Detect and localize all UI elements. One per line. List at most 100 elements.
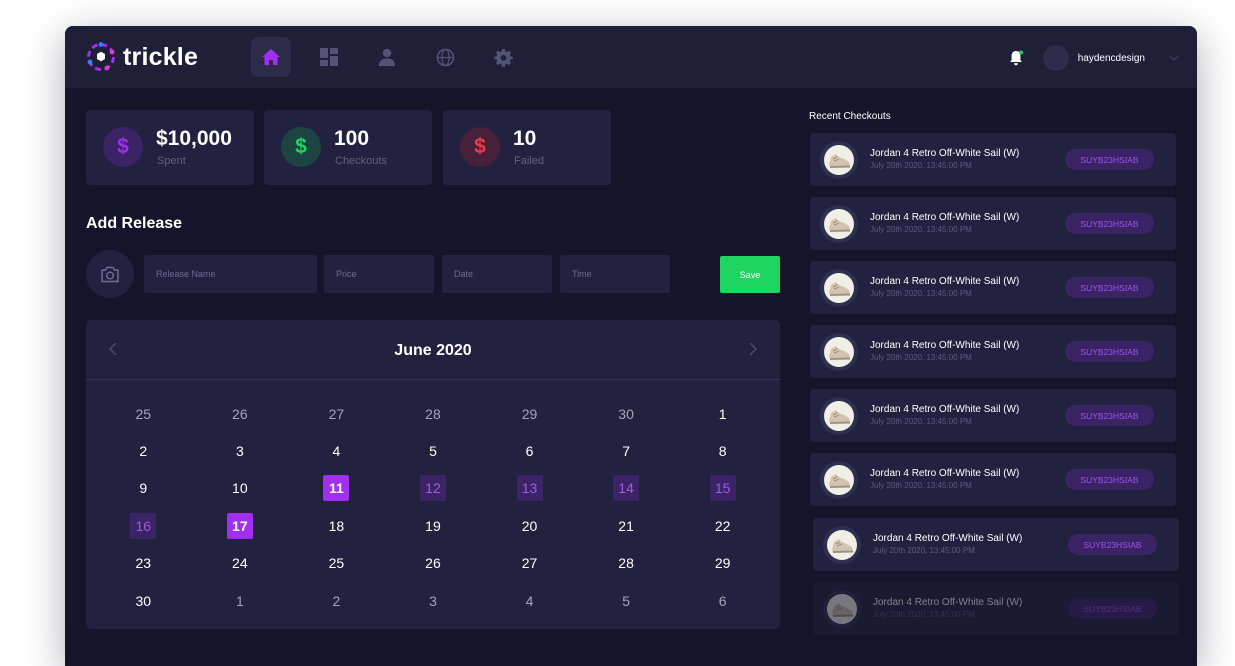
checkout-card[interactable]: Jordan 4 Retro Off-White Sail (W) July 20… bbox=[813, 518, 1179, 571]
calendar-day[interactable]: 5 bbox=[385, 432, 482, 469]
calendar-day[interactable]: 20 bbox=[481, 507, 578, 544]
calendar-day[interactable]: 15 bbox=[674, 470, 771, 507]
checkout-product-name: Jordan 4 Retro Off-White Sail (W) bbox=[870, 212, 1020, 223]
sneaker-icon bbox=[827, 594, 857, 624]
calendar-day[interactable]: 28 bbox=[385, 395, 482, 432]
calendar-day[interactable]: 2 bbox=[95, 432, 192, 469]
stat-label: Spent bbox=[157, 155, 186, 167]
nav-globe[interactable] bbox=[425, 37, 465, 77]
upload-image-button[interactable] bbox=[86, 250, 134, 298]
avatar[interactable] bbox=[1042, 45, 1069, 71]
calendar-day[interactable]: 28 bbox=[578, 545, 675, 582]
calendar-day[interactable]: 5 bbox=[578, 582, 675, 619]
time-input[interactable] bbox=[560, 255, 670, 293]
globe-icon bbox=[436, 48, 454, 66]
chevron-right-icon bbox=[749, 342, 757, 356]
checkout-card[interactable]: Jordan 4 Retro Off-White Sail (W) July 20… bbox=[810, 325, 1176, 378]
nav-user[interactable] bbox=[367, 37, 407, 77]
calendar-day[interactable]: 2 bbox=[288, 582, 385, 619]
calendar-day[interactable]: 16 bbox=[95, 507, 192, 544]
dashboard-icon bbox=[320, 48, 338, 66]
calendar-day-label: 22 bbox=[714, 517, 731, 534]
calendar-day-label: 12 bbox=[419, 475, 446, 502]
calendar-day[interactable]: 6 bbox=[674, 582, 771, 619]
calendar-day[interactable]: 26 bbox=[385, 545, 482, 582]
calendar-day-label: 15 bbox=[709, 475, 736, 502]
calendar-day-label: 21 bbox=[618, 517, 634, 534]
price-input[interactable] bbox=[324, 255, 434, 293]
calendar-day-label: 23 bbox=[135, 555, 152, 572]
nav-dashboard[interactable] bbox=[309, 37, 349, 77]
logo[interactable]: trickle bbox=[85, 41, 198, 73]
calendar-day-label: 11 bbox=[323, 475, 350, 502]
calendar-day[interactable]: 14 bbox=[578, 470, 675, 507]
calendar-day[interactable]: 24 bbox=[192, 545, 289, 582]
calendar-day[interactable]: 30 bbox=[578, 395, 675, 432]
calendar-day-label: 18 bbox=[328, 517, 345, 534]
trickle-logo-icon bbox=[85, 41, 117, 73]
sneaker-thumbnail bbox=[823, 526, 861, 564]
release-name-input[interactable] bbox=[144, 255, 317, 293]
calendar-day-label: 4 bbox=[332, 443, 341, 460]
calendar-day[interactable]: 21 bbox=[578, 507, 675, 544]
app-name: trickle bbox=[123, 42, 199, 71]
notification-bell[interactable] bbox=[1009, 50, 1023, 66]
checkout-date: July 20th 2020, 13:45:00 PM bbox=[870, 161, 972, 170]
calendar-day[interactable]: 1 bbox=[674, 395, 771, 432]
sneaker-thumbnail bbox=[823, 590, 861, 628]
checkout-card[interactable]: Jordan 4 Retro Off-White Sail (W) July 20… bbox=[810, 261, 1176, 314]
checkout-product-name: Jordan 4 Retro Off-White Sail (W) bbox=[873, 597, 1023, 608]
checkout-date: July 20th 2020, 13:45:00 PM bbox=[870, 225, 972, 234]
calendar-day[interactable]: 29 bbox=[674, 545, 771, 582]
calendar-day[interactable]: 18 bbox=[288, 507, 385, 544]
calendar-day[interactable]: 25 bbox=[288, 545, 385, 582]
checkout-card[interactable]: Jordan 4 Retro Off-White Sail (W) July 20… bbox=[810, 133, 1176, 186]
nav-settings[interactable] bbox=[483, 37, 523, 77]
checkout-code-badge: SUYB23HSIAB bbox=[1065, 213, 1154, 234]
calendar: June 2020 25 26 27 28 29 30 1 2 3 4 5 6 7 8 9 10 11 12 13 1… bbox=[86, 320, 780, 629]
calendar-day[interactable]: 23 bbox=[95, 545, 192, 582]
calendar-day[interactable]: 10 bbox=[192, 470, 289, 507]
calendar-day[interactable]: 13 bbox=[481, 470, 578, 507]
checkout-card[interactable]: Jordan 4 Retro Off-White Sail (W) July 20… bbox=[810, 197, 1176, 250]
calendar-day-label: 13 bbox=[516, 475, 543, 502]
calendar-day[interactable]: 29 bbox=[481, 395, 578, 432]
calendar-day[interactable]: 17 bbox=[192, 507, 289, 544]
calendar-day[interactable]: 30 bbox=[95, 582, 192, 619]
calendar-day-label: 16 bbox=[130, 512, 157, 539]
calendar-day[interactable]: 19 bbox=[385, 507, 482, 544]
calendar-day[interactable]: 7 bbox=[578, 432, 675, 469]
calendar-day[interactable]: 9 bbox=[95, 470, 192, 507]
checkout-card[interactable]: Jordan 4 Retro Off-White Sail (W) July 20… bbox=[810, 389, 1176, 442]
checkout-card[interactable]: Jordan 4 Retro Off-White Sail (W) July 20… bbox=[813, 582, 1179, 635]
calendar-day-label: 17 bbox=[226, 512, 253, 539]
checkout-card[interactable]: Jordan 4 Retro Off-White Sail (W) July 20… bbox=[810, 453, 1176, 506]
calendar-day[interactable]: 4 bbox=[481, 582, 578, 619]
calendar-day[interactable]: 6 bbox=[481, 432, 578, 469]
calendar-day[interactable]: 3 bbox=[192, 432, 289, 469]
calendar-day[interactable]: 26 bbox=[192, 395, 289, 432]
nav-home[interactable] bbox=[251, 37, 291, 77]
calendar-day[interactable]: 27 bbox=[481, 545, 578, 582]
chevron-down-icon[interactable] bbox=[1169, 55, 1179, 61]
calendar-day[interactable]: 22 bbox=[674, 507, 771, 544]
checkout-code-badge: SUYB23HSIAB bbox=[1065, 149, 1154, 170]
gear-icon bbox=[493, 48, 513, 67]
date-input[interactable] bbox=[442, 255, 552, 293]
calendar-day[interactable]: 12 bbox=[385, 470, 482, 507]
checkout-date: July 20th 2020, 13:45:00 PM bbox=[870, 289, 972, 298]
username[interactable]: haydencdesign bbox=[1078, 53, 1145, 64]
calendar-day-label: 2 bbox=[332, 592, 341, 609]
save-button[interactable]: Save bbox=[720, 256, 780, 293]
next-month-button[interactable] bbox=[743, 339, 763, 359]
checkout-date: July 20th 2020, 13:45:00 PM bbox=[870, 417, 972, 426]
calendar-day[interactable]: 3 bbox=[385, 582, 482, 619]
sneaker-thumbnail bbox=[820, 269, 858, 307]
calendar-day[interactable]: 25 bbox=[95, 395, 192, 432]
calendar-day[interactable]: 8 bbox=[674, 432, 771, 469]
calendar-day[interactable]: 4 bbox=[288, 432, 385, 469]
calendar-day[interactable]: 27 bbox=[288, 395, 385, 432]
calendar-day[interactable]: 1 bbox=[192, 582, 289, 619]
stat-label: Failed bbox=[514, 155, 544, 167]
calendar-day[interactable]: 11 bbox=[288, 470, 385, 507]
